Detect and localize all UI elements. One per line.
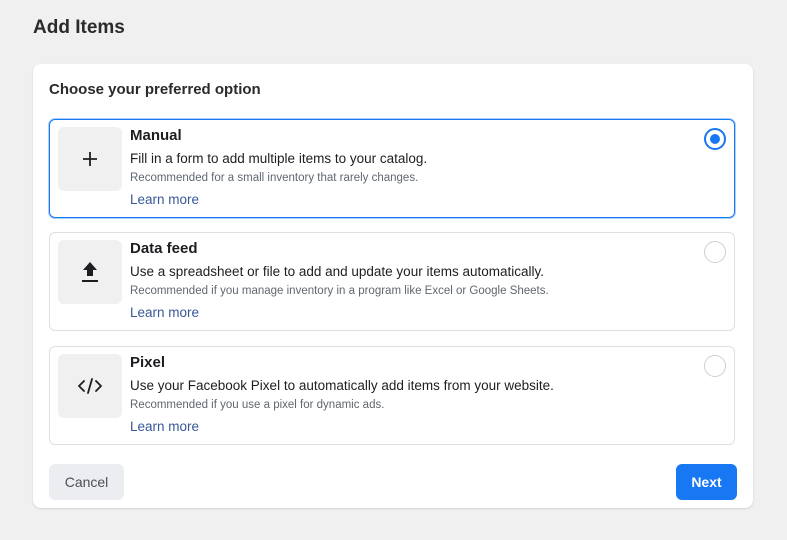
card-heading: Choose your preferred option [49, 81, 261, 98]
option-title: Data feed [130, 240, 198, 257]
option-manual[interactable]: Manual Fill in a form to add multiple it… [49, 119, 735, 218]
radio-manual[interactable] [704, 128, 726, 150]
code-icon [58, 354, 122, 418]
radio-data-feed[interactable] [704, 241, 726, 263]
page-title: Add Items [33, 17, 125, 38]
option-title: Pixel [130, 354, 166, 371]
learn-more-link[interactable]: Learn more [130, 305, 199, 320]
option-recommendation: Recommended for a small inventory that r… [130, 172, 419, 184]
option-recommendation: Recommended if you manage inventory in a… [130, 285, 549, 297]
plus-icon [58, 127, 122, 191]
option-description: Use a spreadsheet or file to add and upd… [130, 264, 544, 279]
add-items-card: Choose your preferred option Manual Fill… [33, 64, 753, 508]
option-description: Fill in a form to add multiple items to … [130, 151, 428, 166]
upload-icon [58, 240, 122, 304]
learn-more-link[interactable]: Learn more [130, 192, 199, 207]
option-data-feed[interactable]: Data feed Use a spreadsheet or file to a… [49, 232, 735, 331]
next-button[interactable]: Next [676, 464, 737, 500]
option-title: Manual [130, 127, 182, 144]
option-recommendation: Recommended if you use a pixel for dynam… [130, 399, 385, 411]
learn-more-link[interactable]: Learn more [130, 419, 199, 434]
cancel-button[interactable]: Cancel [49, 464, 124, 500]
option-description: Use your Facebook Pixel to automatically… [130, 378, 554, 393]
option-pixel[interactable]: Pixel Use your Facebook Pixel to automat… [49, 346, 735, 445]
radio-pixel[interactable] [704, 355, 726, 377]
